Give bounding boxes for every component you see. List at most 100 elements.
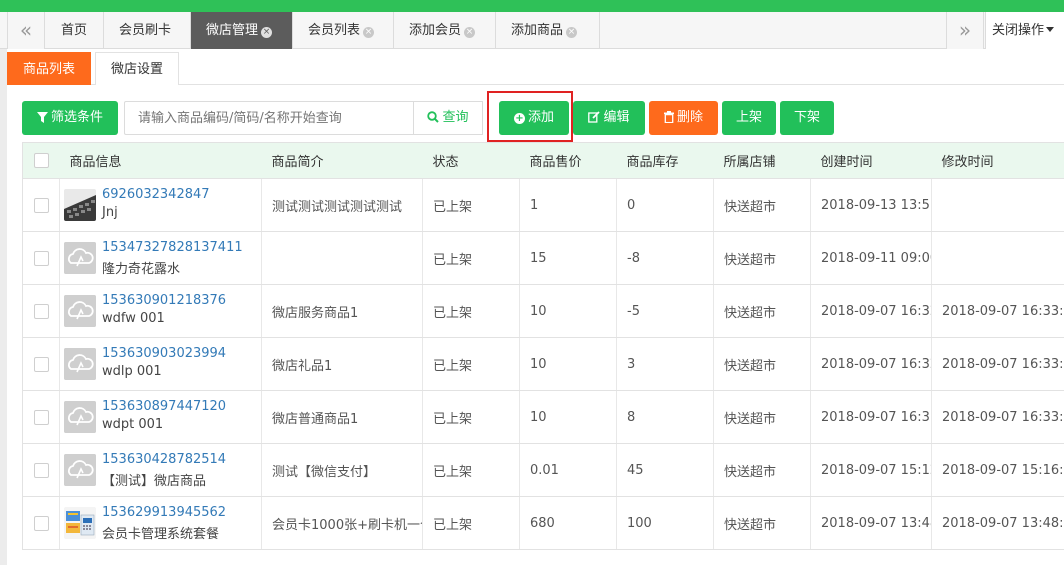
filter-button[interactable]: 筛选条件 [22, 101, 118, 135]
highlight-annotation-box [487, 91, 573, 142]
product-code-link[interactable]: 153629913945562 [102, 505, 226, 520]
edit-button[interactable]: 编辑 [573, 101, 645, 135]
tab-label: 微店管理 [206, 23, 259, 38]
product-created: 2018-09-13 13:51:2 [810, 178, 932, 232]
row-checkbox[interactable] [33, 462, 49, 478]
table-row[interactable]: 153630903023994 wdlp 001 微店礼品1 已上架 10 3 … [22, 337, 1064, 391]
product-modified: 2018-09-07 13:48:3 [931, 496, 1064, 550]
row-checkbox[interactable] [33, 303, 49, 319]
column-header[interactable]: 创建时间 [810, 142, 932, 179]
product-status: 已上架 [422, 178, 520, 232]
product-name: 会员卡管理系统套餐 [102, 527, 220, 542]
subtab-store-settings[interactable]: 微店设置 [95, 52, 180, 85]
table-row[interactable]: 153630901218376 wdfw 001 微店服务商品1 已上架 10 … [22, 284, 1064, 338]
table-row[interactable]: 153629913945562 会员卡管理系统套餐 会员卡1000张+刷卡机一个… [22, 496, 1064, 550]
table-row[interactable]: 15347327828137411 隆力奇花露水 已上架 15 -8 快送超市 … [22, 231, 1064, 285]
close-icon[interactable]: × [464, 27, 476, 38]
column-header[interactable]: 所属店铺 [713, 142, 811, 179]
row-checkbox[interactable] [33, 250, 49, 266]
delete-button[interactable]: 删除 [649, 101, 718, 135]
table-row[interactable]: 153630428782514 【测试】微店商品 测试【微信支付】 已上架 0.… [22, 443, 1064, 497]
product-info-cell: 153629913945562 会员卡管理系统套餐 [59, 496, 262, 550]
column-header[interactable]: 商品信息 [59, 142, 262, 179]
subtab-bar: 商品列表 微店设置 [7, 49, 1064, 85]
tab-label: 添加会员 [409, 23, 462, 38]
product-code-link[interactable]: 6926032342847 [102, 187, 210, 202]
product-code-link[interactable]: 153630903023994 [102, 346, 226, 361]
product-name: wdpt 001 [102, 417, 164, 432]
table-body: 6926032342847 Jnj 测试测试测试测试测试 已上架 1 0 快送超… [22, 178, 1064, 550]
column-header[interactable]: 修改时间 [931, 142, 1064, 179]
tab-home[interactable]: 首页 [46, 12, 104, 49]
row-checkbox[interactable] [33, 409, 49, 425]
shelve-button[interactable]: 上架 [722, 101, 776, 135]
product-desc [261, 231, 423, 285]
row-checkbox[interactable] [33, 515, 49, 531]
delete-label: 删除 [676, 110, 703, 125]
product-modified [931, 231, 1064, 285]
row-select-cell [22, 443, 60, 497]
column-header[interactable]: 商品售价 [519, 142, 617, 179]
table-row[interactable]: 153630897447120 wdpt 001 微店普通商品1 已上架 10 … [22, 390, 1064, 444]
product-stock: 45 [616, 443, 714, 497]
double-chevron-right-icon[interactable]: » [946, 12, 984, 49]
close-operations-dropdown[interactable]: 关闭操作 [985, 12, 1064, 49]
unshelve-button[interactable]: 下架 [780, 101, 834, 135]
select-all-checkbox[interactable] [33, 153, 49, 168]
column-header[interactable]: 商品简介 [261, 142, 423, 179]
product-code-link[interactable]: 153630897447120 [102, 399, 226, 414]
product-created: 2018-09-07 16:32:0 [810, 337, 932, 391]
product-shop: 快送超市 [713, 390, 811, 444]
product-code-link[interactable]: 153630428782514 [102, 452, 226, 467]
product-stock: 100 [616, 496, 714, 550]
edit-label: 编辑 [603, 110, 630, 125]
column-header[interactable]: 商品库存 [616, 142, 714, 179]
product-desc: 测试【微信支付】 [261, 443, 423, 497]
table-row[interactable]: 6926032342847 Jnj 测试测试测试测试测试 已上架 1 0 快送超… [22, 178, 1064, 232]
tab-label: 添加商品 [511, 23, 564, 38]
tab-add-product[interactable]: 添加商品 × [496, 12, 600, 49]
close-icon[interactable]: × [566, 27, 578, 38]
row-checkbox[interactable] [33, 197, 49, 213]
image-placeholder-icon [64, 348, 96, 380]
product-code-link[interactable]: 15347327828137411 [102, 240, 243, 255]
edit-icon [588, 111, 601, 123]
search-input[interactable] [124, 101, 414, 135]
close-icon[interactable]: × [363, 27, 375, 38]
product-shop: 快送超市 [713, 231, 811, 285]
tab-member-list[interactable]: 会员列表 × [293, 12, 394, 49]
row-checkbox[interactable] [33, 356, 49, 372]
product-modified: 2018-09-07 16:33:3 [931, 284, 1064, 338]
table-header-row: 商品信息 商品简介 状态 商品售价 商品库存 所属店铺 创建时间 修改时间 [22, 142, 1064, 179]
row-select-cell [22, 337, 60, 391]
product-info-cell: 153630901218376 wdfw 001 [59, 284, 262, 338]
product-price: 680 [519, 496, 617, 550]
tab-add-member[interactable]: 添加会员 × [394, 12, 496, 49]
search-button[interactable]: 查询 [413, 101, 483, 135]
product-modified [931, 178, 1064, 232]
product-name: 【测试】微店商品 [102, 474, 207, 489]
product-modified: 2018-09-07 16:33:2 [931, 337, 1064, 391]
product-info-cell: 15347327828137411 隆力奇花露水 [59, 231, 262, 285]
tab-label: 会员列表 [308, 23, 361, 38]
product-status: 已上架 [422, 443, 520, 497]
product-price: 10 [519, 390, 617, 444]
image-placeholder-icon [64, 242, 96, 274]
product-shop: 快送超市 [713, 337, 811, 391]
product-info-cell: 153630903023994 wdlp 001 [59, 337, 262, 391]
product-created: 2018-09-11 09:00:5 [810, 231, 932, 285]
close-icon[interactable]: × [261, 27, 273, 38]
product-price: 1 [519, 178, 617, 232]
product-price: 10 [519, 337, 617, 391]
double-chevron-left-icon[interactable]: « [7, 12, 45, 49]
product-thumbnail-package [64, 507, 96, 539]
unshelve-label: 下架 [793, 110, 820, 125]
product-name: 隆力奇花露水 [102, 262, 181, 277]
product-info-cell: 153630428782514 【测试】微店商品 [59, 443, 262, 497]
column-header[interactable]: 状态 [422, 142, 520, 179]
tab-member-swipe[interactable]: 会员刷卡 [104, 12, 191, 49]
trash-icon [663, 111, 674, 123]
subtab-product-list[interactable]: 商品列表 [7, 52, 92, 85]
product-code-link[interactable]: 153630901218376 [102, 293, 226, 308]
tab-microstore-management[interactable]: 微店管理 × [191, 12, 293, 49]
